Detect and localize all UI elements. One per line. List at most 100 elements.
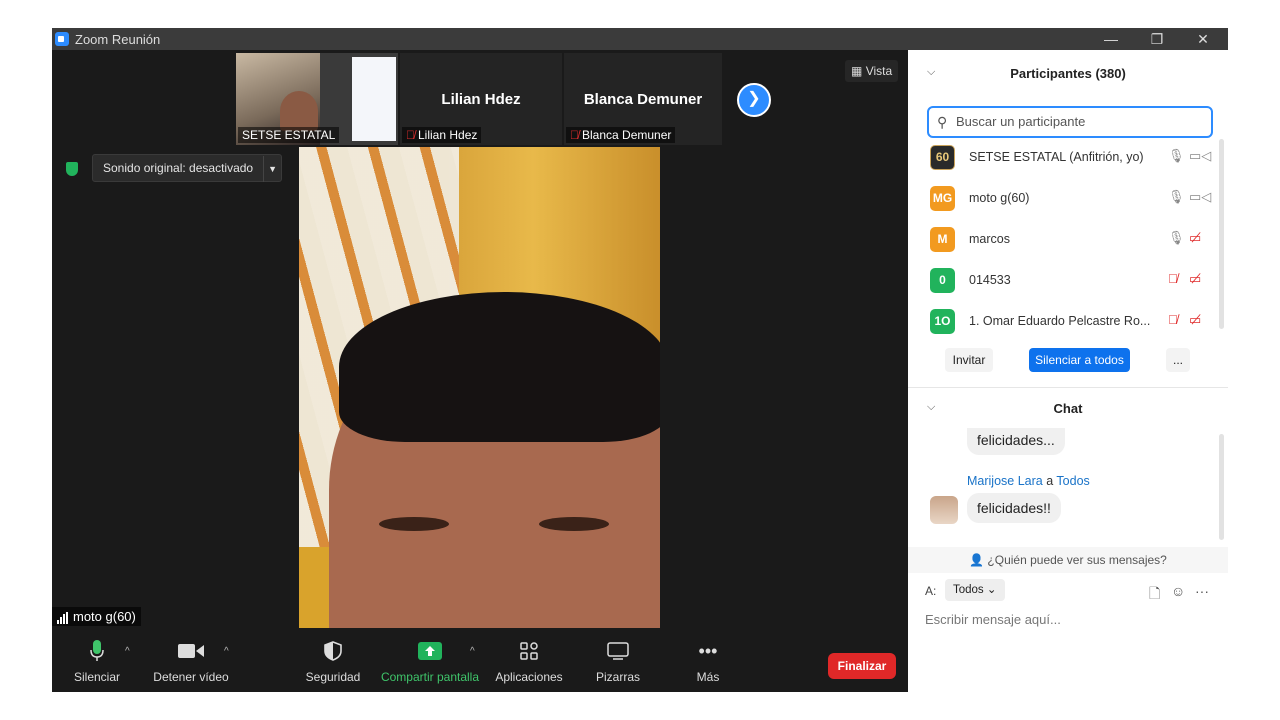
share-screen-icon (378, 636, 482, 666)
microphone-icon (70, 636, 124, 666)
video-off-icon[interactable]: ▭̸ (1189, 230, 1201, 246)
signal-strength-icon (57, 609, 69, 624)
thumbnail-blanca[interactable]: Blanca Demuner 🎙̸ Blanca Demuner (564, 53, 722, 145)
window-title: Zoom Reunión (75, 32, 161, 47)
view-button[interactable]: ▦ Vista (845, 60, 899, 82)
thumbnail-name: Blanca Demuner (583, 91, 703, 108)
zoom-window: Zoom Reunión — ❐ ✕ SETSE ESTATAL Lilian … (52, 28, 1228, 692)
mic-muted-icon[interactable]: 🎙̸ (1168, 271, 1178, 286)
participant-search-input[interactable]: ⚲ Buscar un participante (927, 106, 1213, 138)
next-page-button[interactable]: ❯ (737, 83, 771, 117)
video-hair (339, 292, 660, 442)
participant-row[interactable]: 60 SETSE ESTATAL (Anfitrión, yo) 🎙 ▭◁ (927, 137, 1217, 177)
participant-row[interactable]: 1O 1. Omar Eduardo Pelcastre Ro... 🎙̸ ▭̸ (927, 301, 1217, 341)
thumbnail-label: 🎙̸ Blanca Demuner (566, 127, 676, 143)
invite-button[interactable]: Invitar (945, 348, 993, 372)
share-options-caret-icon[interactable]: ^ (470, 646, 475, 657)
video-camera-icon (150, 636, 232, 666)
participant-name: marcos (969, 232, 1010, 246)
microphone-icon[interactable]: 🎙 (1168, 230, 1185, 246)
mic-muted-icon: 🎙̸ (570, 128, 579, 142)
file-icon[interactable]: 🗋 (1149, 583, 1160, 607)
chat-scrollbar[interactable] (1219, 434, 1224, 540)
microphone-icon[interactable]: 🎙 (1168, 148, 1185, 164)
thumbnail-lilian[interactable]: Lilian Hdez 🎙̸ Lilian Hdez (400, 53, 562, 145)
avatar: MG (930, 186, 955, 211)
participants-title: Participantes (380) (1010, 66, 1126, 81)
chat-message-input[interactable]: Escribir mensaje aquí... (925, 612, 1061, 627)
chat-recipient-dropdown[interactable]: Todos ⌄ (945, 579, 1005, 601)
video-camera-icon[interactable]: ▭◁ (1189, 189, 1211, 205)
original-sound-button[interactable]: Sonido original: desactivado ▼ (92, 154, 283, 182)
whiteboards-button[interactable]: Pizarras (592, 636, 644, 692)
mute-all-button[interactable]: Silenciar a todos (1029, 348, 1130, 372)
participant-row[interactable]: 0 014533 🎙̸ ▭̸ (927, 260, 1217, 300)
chat-title: Chat (1053, 401, 1083, 416)
end-meeting-button[interactable]: Finalizar (828, 653, 896, 679)
mute-button[interactable]: Silenciar (70, 636, 124, 692)
whiteboard-icon (592, 636, 644, 666)
video-off-icon[interactable]: ▭̸ (1189, 312, 1201, 328)
search-icon: ⚲ (937, 114, 948, 130)
video-off-icon[interactable]: ▭̸ (1189, 271, 1201, 287)
who-can-see-messages-link[interactable]: 👤 ¿Quién puede ver sus mensajes? (908, 547, 1228, 573)
avatar: 0 (930, 268, 955, 293)
active-speaker-label: moto g(60) (52, 607, 141, 626)
zoom-logo-icon (55, 32, 69, 46)
participants-more-button[interactable]: ... (1166, 348, 1190, 372)
mic-muted-icon[interactable]: 🎙̸ (1168, 312, 1178, 327)
shield-icon (302, 636, 364, 666)
chat-message-bubble: felicidades!! (967, 493, 1061, 523)
sender-avatar (930, 496, 958, 524)
chat-message-sender: Marijose Lara a Todos (967, 474, 1090, 488)
chat-header: ⌵ Chat (908, 387, 1228, 427)
video-camera-icon[interactable]: ▭◁ (1189, 148, 1211, 164)
close-button[interactable]: ✕ (1188, 29, 1218, 49)
stop-video-button[interactable]: Detener vídeo (150, 636, 232, 692)
setse-face (280, 91, 318, 131)
microphone-icon[interactable]: 🎙 (1168, 189, 1185, 205)
participants-scrollbar[interactable] (1219, 139, 1224, 329)
thumbnail-label: SETSE ESTATAL (238, 127, 340, 143)
chat-to-label: A: (925, 584, 937, 598)
emoji-icon[interactable]: ☺ (1171, 583, 1185, 599)
participant-name: SETSE ESTATAL (Anfitrión, yo) (969, 150, 1144, 164)
shared-screen-preview (352, 57, 396, 141)
participant-name: 1. Omar Eduardo Pelcastre Ro... (969, 314, 1151, 328)
video-area: SETSE ESTATAL Lilian Hdez 🎙̸ Lilian Hdez … (52, 50, 908, 636)
avatar: 1O (930, 309, 955, 334)
restore-button[interactable]: ❐ (1142, 29, 1172, 49)
more-button[interactable]: ••• Más (686, 636, 730, 692)
person-lock-icon: 👤 (969, 553, 985, 567)
minimize-button[interactable]: — (1096, 29, 1126, 49)
chevron-down-icon[interactable]: ▼ (263, 156, 281, 182)
chat-message-bubble: felicidades... (967, 428, 1065, 455)
thumbnail-label: 🎙̸ Lilian Hdez (402, 127, 482, 143)
participants-header: ⌵ Participantes (380) (908, 50, 1228, 96)
more-dots-icon: ••• (698, 640, 718, 661)
thumbnail-setse[interactable]: SETSE ESTATAL (236, 53, 398, 145)
avatar: 60 (930, 145, 955, 170)
active-speaker-video (299, 147, 660, 628)
title-bar: Zoom Reunión — ❐ ✕ (52, 28, 1228, 50)
video-options-caret-icon[interactable]: ^ (224, 646, 229, 657)
video-eye-left (379, 517, 449, 531)
encryption-shield-icon (66, 162, 78, 176)
share-screen-button[interactable]: Compartir pantalla (378, 636, 482, 692)
participant-name: 014533 (969, 273, 1011, 287)
side-panel: ⌵ Participantes (380) ⚲ Buscar un partic… (908, 50, 1228, 692)
participant-row[interactable]: M marcos 🎙 ▭̸ (927, 219, 1217, 259)
chevron-right-icon: ❯ (747, 90, 761, 107)
apps-icon (492, 636, 566, 666)
participant-row[interactable]: MG moto g(60) 🎙 ▭◁ (927, 178, 1217, 218)
apps-button[interactable]: Aplicaciones (492, 636, 566, 692)
participant-name: moto g(60) (969, 191, 1030, 205)
meeting-toolbar: Silenciar ^ Detener vídeo ^ Seguridad Co… (52, 636, 908, 692)
grid-icon: ▦ (851, 64, 863, 78)
chat-more-icon[interactable]: ··· (1195, 583, 1209, 599)
avatar: M (930, 227, 955, 252)
thumbnail-name: Lilian Hdez (441, 91, 521, 108)
security-button[interactable]: Seguridad (302, 636, 364, 692)
video-eye-right (539, 517, 609, 531)
audio-options-caret-icon[interactable]: ^ (125, 646, 130, 657)
